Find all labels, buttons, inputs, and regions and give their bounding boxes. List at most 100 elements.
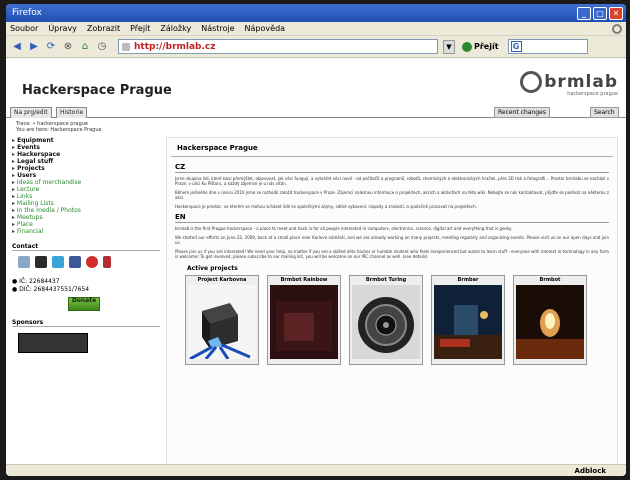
menu-tools[interactable]: Nástroje — [201, 24, 234, 33]
tab-history[interactable]: Historie — [56, 107, 88, 118]
menu-bookmarks[interactable]: Záložky — [160, 24, 191, 33]
sidebar-item[interactable]: Ideas of merchandise — [12, 179, 160, 186]
project-image — [516, 285, 584, 359]
sidebar-item[interactable]: Hackerspace — [12, 151, 160, 158]
reload-icon[interactable]: ⟳ — [44, 40, 58, 54]
speaker-photo-image — [358, 297, 414, 353]
sidebar-item[interactable]: Projects — [12, 165, 160, 172]
forward-icon[interactable]: ▶ — [27, 40, 41, 54]
irc-icon[interactable] — [35, 256, 47, 268]
en-paragraph: brmlab is the first Prague hackerspace -… — [175, 226, 513, 231]
projects-gallery: Project Karbovna Brmbot Rainbow Brmbot T… — [185, 275, 617, 365]
adblock-label[interactable]: Adblock — [575, 467, 606, 475]
sidebar-item[interactable]: Financial — [12, 228, 160, 235]
cz-paragraph: Jsme skupina lidí, které baví přemýšlet,… — [175, 176, 609, 186]
facebook-icon[interactable] — [69, 256, 81, 268]
page-title: Hackerspace Prague — [171, 140, 613, 157]
lab-photo-image — [434, 305, 502, 359]
company-id: ● IČ: 22684437 — [12, 278, 60, 285]
sidebar-item[interactable]: Events — [12, 144, 160, 151]
sidebar-item[interactable]: In the media / Photos — [12, 207, 160, 214]
project-title: Brmbot — [539, 277, 561, 283]
minimize-button[interactable]: _ — [577, 6, 591, 20]
web-page: Hackerspace Prague brmlab hackerspace pr… — [6, 59, 626, 465]
sidebar-item[interactable]: Lecture — [12, 186, 160, 193]
cz-paragraph: Během jediného dne v únoru 2010 jsme se … — [175, 190, 609, 200]
section-cz-heading: CZ — [175, 163, 609, 173]
recent-changes-button[interactable]: Recent changes — [494, 107, 550, 118]
go-button[interactable]: Přejít — [462, 41, 499, 52]
project-card[interactable]: Brmbot Rainbow — [267, 275, 341, 365]
site-logo[interactable]: brmlab hackerspace prague — [520, 71, 618, 97]
status-bar: Adblock — [6, 464, 626, 476]
vat-id: ● DIČ: 2684437551/7654 — [12, 286, 90, 293]
donate-button[interactable]: Donate — [68, 297, 100, 311]
project-card[interactable]: Brmbot Turing — [349, 275, 423, 365]
logo-text: brmlab — [544, 71, 618, 92]
menu-bar: Soubor Úpravy Zobrazit Přejít Záložky Ná… — [6, 22, 626, 36]
url-text: http://brmlab.cz — [134, 41, 216, 52]
go-icon — [462, 41, 472, 52]
project-title: Brmbar — [457, 277, 479, 283]
project-title: Brmbot Rainbow — [280, 277, 328, 283]
project-card[interactable]: Brmbar — [431, 275, 505, 365]
favicon-icon — [122, 42, 130, 51]
robot-photo-image — [516, 309, 584, 359]
twitter-icon[interactable] — [52, 256, 64, 268]
main-content: Hackerspace Prague CZ Jsme skupina lidí,… — [166, 137, 618, 465]
project-card[interactable]: Project Karbovna — [185, 275, 259, 365]
youtube-icon[interactable] — [86, 256, 98, 268]
sidebar: EquipmentEventsHackerspaceLegal stuffPro… — [12, 137, 160, 353]
rss-icon[interactable] — [103, 256, 111, 268]
dark-photo-image — [276, 301, 332, 351]
go-label: Přejít — [474, 42, 499, 51]
menu-view[interactable]: Zobrazit — [87, 24, 120, 33]
breadcrumb: Trace: » hackerspace prague You are here… — [16, 121, 102, 133]
stop-icon[interactable]: ⊗ — [61, 40, 75, 54]
jabber-icon[interactable] — [18, 256, 30, 268]
wiki-tabs: Na prg/edit Historie Recent changes Sear… — [6, 107, 626, 118]
menu-file[interactable]: Soubor — [10, 24, 38, 33]
browser-window: Firefox _ □ ✕ Soubor Úpravy Zobrazit Pře… — [6, 4, 626, 476]
menu-edit[interactable]: Úpravy — [48, 24, 77, 33]
tab-edit[interactable]: Na prg/edit — [10, 107, 52, 118]
sidebar-item[interactable]: Links — [12, 193, 160, 200]
sidebar-item[interactable]: Mailing Lists — [12, 200, 160, 207]
url-dropdown-icon[interactable]: ▼ — [443, 39, 455, 54]
search-input[interactable]: G — [507, 39, 588, 54]
menu-go[interactable]: Přejít — [130, 24, 150, 33]
sponsor-banner[interactable] — [18, 333, 88, 353]
project-image — [352, 285, 420, 359]
active-projects-heading: Active projects — [187, 265, 238, 272]
google-icon: G — [510, 41, 522, 52]
search-button[interactable]: Search — [590, 107, 619, 118]
cube-render-image — [189, 303, 251, 359]
project-card[interactable]: Brmbot — [513, 275, 587, 365]
project-image — [434, 285, 502, 359]
sidebar-item[interactable]: Users — [12, 172, 160, 179]
close-button[interactable]: ✕ — [609, 6, 623, 20]
sidebar-item[interactable]: Meetups — [12, 214, 160, 221]
site-title[interactable]: Hackerspace Prague — [22, 83, 172, 98]
throbber-icon — [612, 23, 622, 34]
back-icon[interactable]: ◀ — [10, 40, 24, 54]
navigation-bar: ◀ ▶ ⟳ ⊗ ⌂ ◷ http://brmlab.cz ▼ Přejít G — [6, 36, 626, 58]
section-en-heading: EN — [175, 213, 609, 223]
history-icon[interactable]: ◷ — [95, 40, 109, 54]
maximize-button[interactable]: □ — [593, 6, 607, 20]
title-bar: Firefox _ □ ✕ — [6, 4, 626, 22]
sidebar-item[interactable]: Place — [12, 221, 160, 228]
sponsors-heading: Sponsors — [12, 319, 160, 327]
project-title: Project Karbovna — [197, 277, 247, 283]
en-paragraph: Please join us if you are interested! We… — [175, 249, 609, 259]
sidebar-item[interactable]: Equipment — [12, 137, 160, 144]
url-bar[interactable]: http://brmlab.cz — [118, 39, 438, 54]
logo-ring-icon — [520, 71, 543, 93]
logo-subtitle: hackerspace prague — [567, 91, 618, 97]
en-paragraph: We started our efforts on June 22, 2009,… — [175, 235, 609, 245]
menu-help[interactable]: Nápověda — [245, 24, 286, 33]
project-image — [270, 285, 338, 359]
project-image — [188, 285, 256, 359]
sidebar-item[interactable]: Legal stuff — [12, 158, 160, 165]
home-icon[interactable]: ⌂ — [78, 40, 92, 54]
